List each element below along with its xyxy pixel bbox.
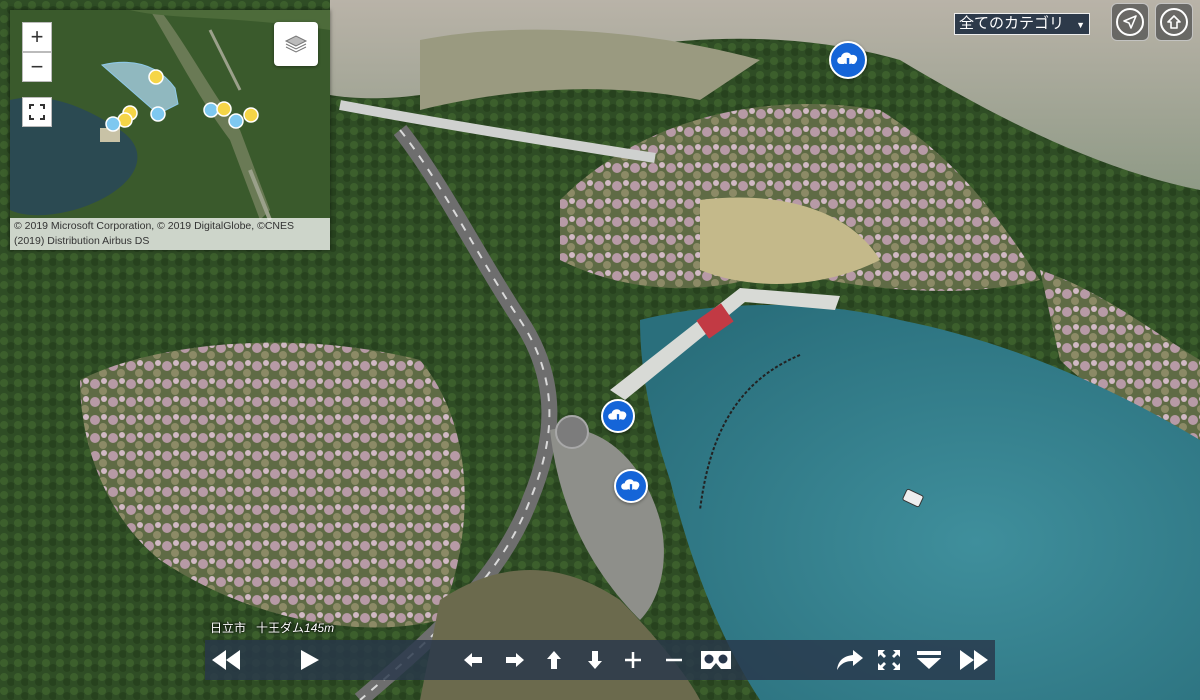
- cloud-download-icon: [837, 52, 858, 71]
- cloud-download-icon: [608, 409, 627, 426]
- menu-down-button[interactable]: [915, 640, 943, 680]
- zoom-in-button[interactable]: [622, 640, 644, 680]
- hotspot-marker[interactable]: [601, 399, 635, 433]
- share-icon: [837, 650, 863, 670]
- fullscreen-icon: [878, 650, 900, 670]
- location-altitude: 145m: [304, 621, 335, 635]
- map-zoom-out-button[interactable]: −: [22, 52, 52, 82]
- pan-right-button[interactable]: [504, 640, 526, 680]
- map-fullscreen-button[interactable]: [22, 97, 52, 127]
- fullscreen-button[interactable]: [875, 640, 903, 680]
- play-icon: [301, 650, 319, 670]
- fullscreen-icon: [29, 104, 45, 120]
- pan-up-button[interactable]: [543, 640, 565, 680]
- map-marker[interactable]: [243, 107, 259, 123]
- vr-goggles-icon: [701, 651, 731, 669]
- fast-forward-icon: [960, 650, 988, 670]
- home-up-button[interactable]: [1155, 3, 1193, 41]
- hotspot-marker[interactable]: [614, 469, 648, 503]
- cloud-download-icon: [621, 479, 640, 496]
- chevron-down-icon: ▼: [1076, 20, 1085, 30]
- pan-left-icon: [464, 653, 482, 667]
- pan-down-button[interactable]: [584, 640, 606, 680]
- layers-icon: [284, 35, 308, 53]
- control-bar: [205, 640, 995, 680]
- zoom-out-icon: [666, 658, 682, 662]
- home-up-icon: [1167, 15, 1181, 29]
- vr-mode-button[interactable]: [698, 640, 734, 680]
- pan-left-button[interactable]: [462, 640, 484, 680]
- map-marker[interactable]: [203, 102, 219, 118]
- map-marker[interactable]: [228, 113, 244, 129]
- map-marker[interactable]: [105, 116, 121, 132]
- mini-map[interactable]: + − © 2019 Microsoft Corporation, © 2019…: [10, 10, 330, 250]
- pan-right-icon: [506, 653, 524, 667]
- navigation-button[interactable]: [1111, 3, 1149, 41]
- location-place: 十王ダム: [256, 621, 305, 635]
- rewind-icon: [212, 650, 240, 670]
- navigation-icon: [1123, 15, 1137, 29]
- map-marker[interactable]: [150, 106, 166, 122]
- category-select[interactable]: 全てのカテゴリ ▼: [954, 13, 1090, 35]
- location-city: 日立市: [210, 621, 247, 635]
- pan-down-icon: [588, 651, 602, 669]
- play-button[interactable]: [297, 640, 323, 680]
- map-marker[interactable]: [148, 69, 164, 85]
- map-layers-button[interactable]: [274, 22, 318, 66]
- hotspot-marker[interactable]: [829, 41, 867, 79]
- zoom-in-icon: [625, 652, 641, 668]
- category-select-label: 全てのカテゴリ: [959, 15, 1065, 32]
- map-zoom-in-button[interactable]: +: [22, 22, 52, 52]
- fast-forward-button[interactable]: [957, 640, 991, 680]
- menu-down-icon: [917, 651, 941, 669]
- zoom-out-button[interactable]: [663, 640, 685, 680]
- pan-up-icon: [547, 651, 561, 669]
- map-marker[interactable]: [216, 101, 232, 117]
- map-attribution: © 2019 Microsoft Corporation, © 2019 Dig…: [10, 218, 330, 250]
- share-button[interactable]: [835, 640, 865, 680]
- rewind-button[interactable]: [209, 640, 243, 680]
- location-label: 日立市 十王ダム145m: [210, 619, 334, 636]
